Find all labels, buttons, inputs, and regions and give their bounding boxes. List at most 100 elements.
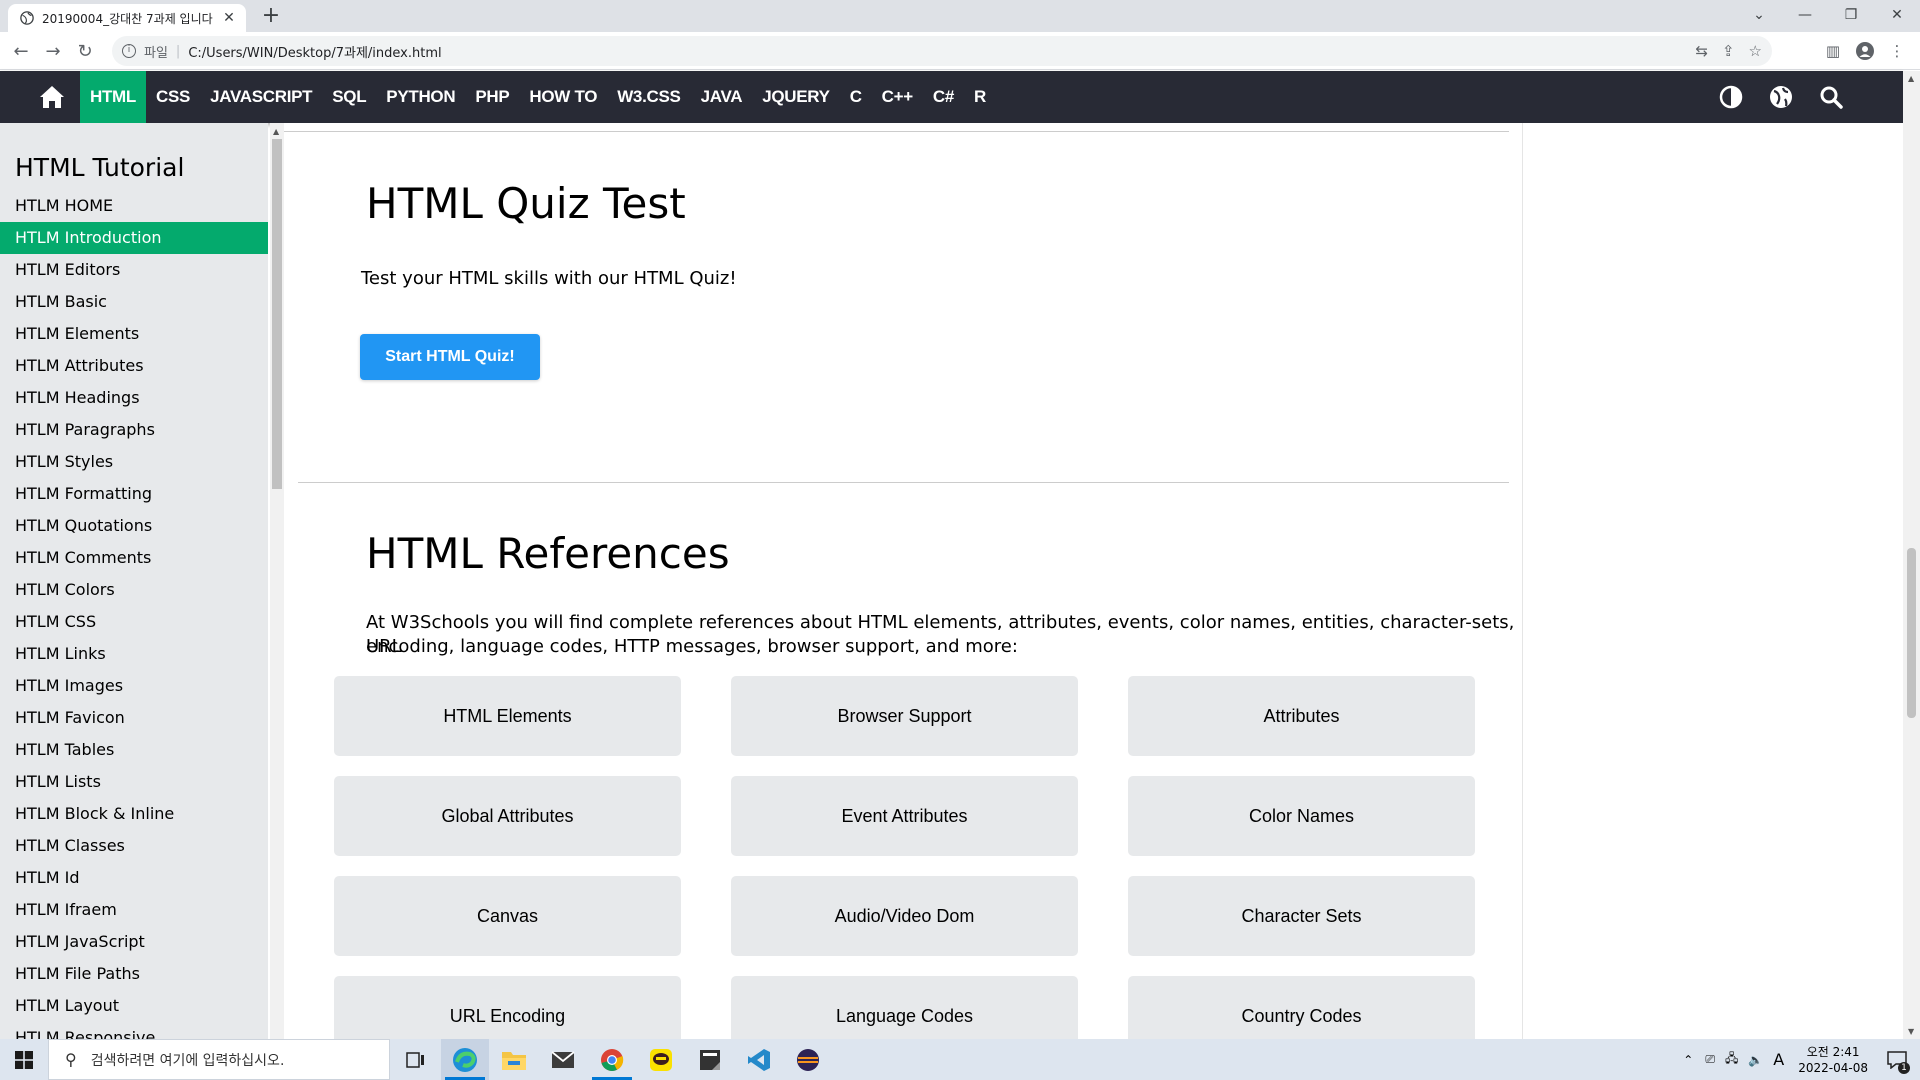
home-icon[interactable]	[24, 71, 80, 123]
sidebar-item[interactable]: HTLM Headings	[0, 382, 268, 414]
page-scrollbar[interactable]: ▲ ▼	[1903, 71, 1920, 1039]
minimize-button[interactable]: —	[1782, 0, 1828, 30]
reference-button[interactable]: Attributes	[1128, 676, 1475, 756]
taskbar-search-box[interactable]: ⚲ 검색하려면 여기에 입력하십시오.	[48, 1039, 390, 1080]
new-tab-button[interactable]: +	[258, 3, 284, 29]
reference-button[interactable]: Language Codes	[731, 976, 1078, 1039]
close-window-button[interactable]: ✕	[1874, 0, 1920, 30]
sidebar-item[interactable]: HTLM Comments	[0, 542, 268, 574]
tab-search-icon[interactable]: ⌄	[1736, 0, 1782, 30]
globe-language-icon[interactable]	[1769, 85, 1793, 109]
reference-button[interactable]: Canvas	[334, 876, 681, 956]
windows-start-icon[interactable]	[0, 1039, 48, 1080]
nav-python[interactable]: PYTHON	[376, 71, 465, 123]
nav-c[interactable]: C	[840, 71, 872, 123]
sidebar-item[interactable]: HTLM Lists	[0, 766, 268, 798]
sidebar-item[interactable]: HTLM File Paths	[0, 958, 268, 990]
mail-icon[interactable]	[539, 1039, 587, 1080]
sidebar-item[interactable]: HTLM Links	[0, 638, 268, 670]
page-scroll-thumb[interactable]	[1907, 548, 1916, 718]
eclipse-icon[interactable]	[784, 1039, 832, 1080]
sidebar-item[interactable]: HTLM Paragraphs	[0, 414, 268, 446]
dark-mode-icon[interactable]	[1719, 85, 1743, 109]
info-icon[interactable]: i	[122, 44, 136, 58]
sticky-notes-icon[interactable]	[686, 1039, 734, 1080]
network-icon[interactable]: 🖧	[1725, 1049, 1738, 1070]
sidebar-item[interactable]: HTLM Block & Inline	[0, 798, 268, 830]
address-bar[interactable]: i 파일 | C:/Users/WIN/Desktop/7과제/index.ht…	[112, 36, 1772, 66]
sidebar-item[interactable]: HTLM Introduction	[0, 222, 268, 254]
edge-browser-icon[interactable]	[441, 1039, 489, 1080]
bookmark-star-icon[interactable]: ☆	[1749, 42, 1762, 60]
sidebar-item[interactable]: HTLM HOME	[0, 190, 268, 222]
sidebar-item[interactable]: HTLM Styles	[0, 446, 268, 478]
ime-indicator[interactable]: A	[1773, 1050, 1784, 1069]
reload-button[interactable]: ↻	[72, 38, 98, 64]
sidebar-item[interactable]: HTLM Responsive	[0, 1022, 268, 1039]
sidebar-item[interactable]: HTLM Colors	[0, 574, 268, 606]
back-button[interactable]: ←	[8, 38, 34, 64]
meet-now-icon[interactable]: ⎚	[1705, 1052, 1715, 1067]
nav-sql[interactable]: SQL	[322, 71, 376, 123]
close-tab-icon[interactable]: ✕	[220, 10, 238, 26]
sidebar-item[interactable]: HTLM Editors	[0, 254, 268, 286]
sidebar-item[interactable]: HTLM CSS	[0, 606, 268, 638]
nav-jquery[interactable]: JQUERY	[752, 71, 839, 123]
kakaotalk-icon[interactable]	[637, 1039, 685, 1080]
nav-javascript[interactable]: JAVASCRIPT	[200, 71, 322, 123]
sidebar-item[interactable]: HTLM Layout	[0, 990, 268, 1022]
sidebar-item[interactable]: HTLM Tables	[0, 734, 268, 766]
sidebar-item[interactable]: HTLM Quotations	[0, 510, 268, 542]
scroll-up-arrow-icon[interactable]: ▲	[273, 127, 279, 136]
forward-button[interactable]: →	[40, 38, 66, 64]
start-quiz-button[interactable]: Start HTML Quiz!	[360, 334, 540, 380]
tray-chevron-up-icon[interactable]: ⌃	[1683, 1053, 1693, 1067]
notification-center-icon[interactable]: 1	[1882, 1039, 1912, 1080]
sidebar-item[interactable]: HTLM JavaScript	[0, 926, 268, 958]
profile-avatar-icon[interactable]	[1852, 38, 1878, 64]
share-icon[interactable]: ⇪	[1722, 42, 1735, 60]
vscode-icon[interactable]	[735, 1039, 783, 1080]
scroll-down-arrow-icon[interactable]: ▼	[1908, 1027, 1914, 1036]
reference-button[interactable]: Audio/Video Dom	[731, 876, 1078, 956]
nav-how-to[interactable]: HOW TO	[519, 71, 607, 123]
nav-php[interactable]: PHP	[465, 71, 519, 123]
clock[interactable]: 오전 2:41 2022-04-08	[1798, 1044, 1868, 1076]
nav-java[interactable]: JAVA	[691, 71, 753, 123]
side-panel-icon[interactable]: ▥	[1820, 38, 1846, 64]
sidebar-item[interactable]: HTLM Favicon	[0, 702, 268, 734]
search-icon[interactable]	[1819, 85, 1843, 109]
sidebar-item[interactable]: HTLM Elements	[0, 318, 268, 350]
sidebar-scroll-thumb[interactable]	[272, 139, 282, 489]
reference-button[interactable]: Country Codes	[1128, 976, 1475, 1039]
nav-w3css[interactable]: W3.CSS	[607, 71, 690, 123]
browser-tab[interactable]: 20190004_강대찬 7과제 입니다 ✕	[8, 4, 246, 32]
restore-button[interactable]: ❐	[1828, 0, 1874, 30]
browser-menu-icon[interactable]: ⋮	[1884, 38, 1910, 64]
nav-css[interactable]: CSS	[146, 71, 200, 123]
sidebar-item[interactable]: HTLM Formatting	[0, 478, 268, 510]
sidebar-item[interactable]: HTLM Id	[0, 862, 268, 894]
reference-button[interactable]: Browser Support	[731, 676, 1078, 756]
reference-button[interactable]: Character Sets	[1128, 876, 1475, 956]
nav-html[interactable]: HTML	[80, 71, 147, 123]
sidebar-item[interactable]: HTLM Ifraem	[0, 894, 268, 926]
reference-button[interactable]: HTML Elements	[334, 676, 681, 756]
sidebar-scrollbar[interactable]: ▲	[270, 123, 284, 1039]
reference-button[interactable]: Event Attributes	[731, 776, 1078, 856]
sidebar-item[interactable]: HTLM Attributes	[0, 350, 268, 382]
nav-csharp[interactable]: C#	[923, 71, 964, 123]
sidebar-item[interactable]: HTLM Images	[0, 670, 268, 702]
task-view-icon[interactable]	[392, 1039, 440, 1080]
nav-cpp[interactable]: C++	[872, 71, 923, 123]
reference-button[interactable]: URL Encoding	[334, 976, 681, 1039]
sidebar-item[interactable]: HTLM Basic	[0, 286, 268, 318]
sidebar-item[interactable]: HTLM Classes	[0, 830, 268, 862]
volume-icon[interactable]: 🔈	[1748, 1053, 1763, 1067]
reference-button[interactable]: Global Attributes	[334, 776, 681, 856]
scroll-up-arrow-icon[interactable]: ▲	[1908, 74, 1914, 83]
reference-button[interactable]: Color Names	[1128, 776, 1475, 856]
chrome-icon[interactable]	[588, 1039, 636, 1080]
file-explorer-icon[interactable]	[490, 1039, 538, 1080]
translate-icon[interactable]: ⇆	[1695, 42, 1708, 60]
